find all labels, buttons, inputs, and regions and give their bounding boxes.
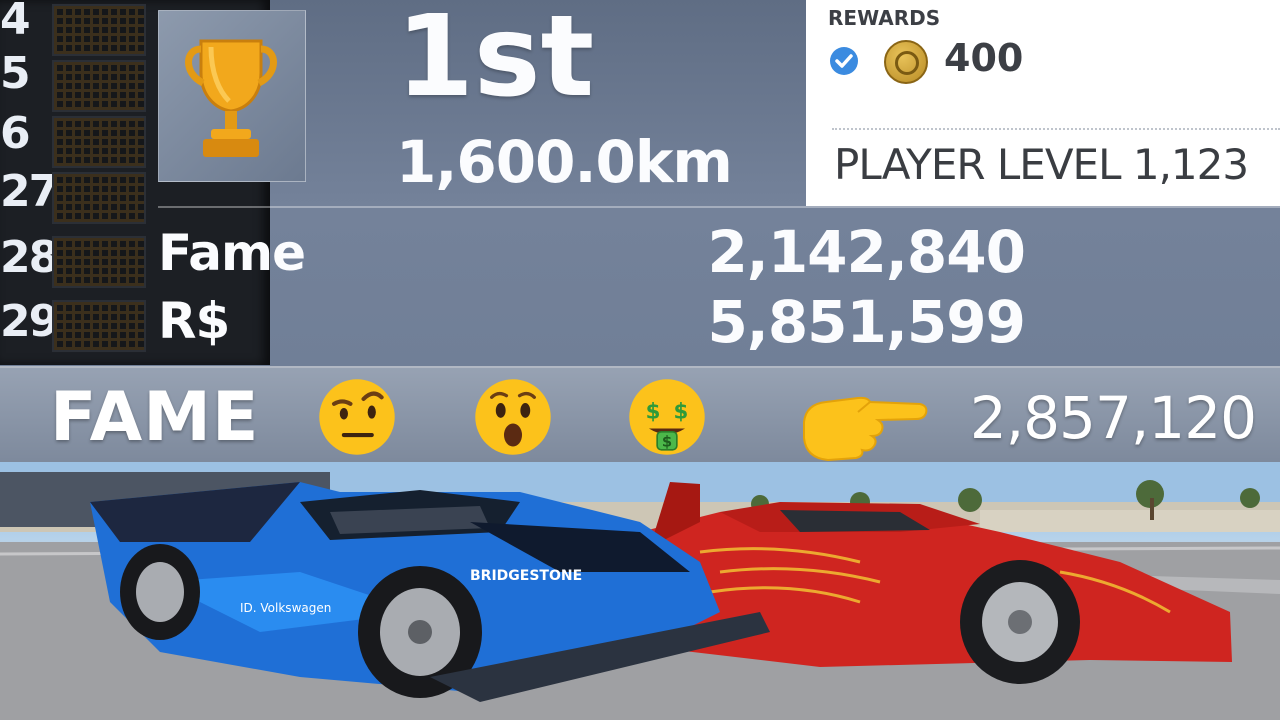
fame-banner-value: 2,857,120 [969, 384, 1257, 452]
race-position: 1st [396, 0, 595, 122]
gold-coin-icon [884, 40, 928, 84]
reward-amount: 400 [944, 36, 1024, 80]
lap-board-number: 28 [0, 232, 59, 283]
results-divider [158, 206, 1280, 208]
fame-banner-label: FAME [50, 378, 260, 457]
svg-text:$: $ [646, 400, 661, 425]
lap-board-grid [52, 236, 146, 288]
lap-board-number: 27 [0, 166, 59, 217]
svg-text:BRIDGESTONE: BRIDGESTONE [470, 568, 582, 584]
money-mouth-face-icon: $ $ $ [629, 379, 705, 455]
raised-eyebrow-face-icon [319, 379, 395, 455]
rs-label: R$ [158, 292, 230, 350]
rs-value: 5,851,599 [707, 288, 1026, 356]
lap-board-number: 4 [0, 0, 31, 45]
svg-text:ID. Volkswagen: ID. Volkswagen [240, 601, 331, 615]
race-scene-image: BRIDGESTONE ID. Volkswagen [0, 462, 1280, 720]
pointing-right-hand-icon [803, 396, 928, 462]
lap-board-grid [52, 116, 146, 168]
trophy-icon [185, 39, 277, 157]
lap-board-number: 6 [0, 108, 31, 159]
astonished-face-icon [475, 379, 551, 455]
svg-text:$: $ [674, 400, 689, 425]
fame-label: Fame [158, 224, 306, 282]
lap-board-grid [52, 4, 146, 56]
svg-text:$: $ [662, 434, 672, 451]
rewards-title: REWARDS [828, 6, 941, 30]
lap-board-grid [52, 60, 146, 112]
fame-banner: FAME $ $ $ 2,857,120 [0, 366, 1280, 464]
lap-board-number: 29 [0, 296, 59, 347]
rewards-separator [832, 128, 1280, 131]
check-icon [830, 47, 858, 75]
lap-board-grid [52, 172, 146, 224]
rewards-card: REWARDS 400 PLAYER LEVEL 1,123 [806, 0, 1280, 206]
race-distance: 1,600.0km [396, 128, 733, 196]
player-level: PLAYER LEVEL 1,123 [834, 140, 1249, 189]
fame-value: 2,142,840 [707, 218, 1026, 286]
trophy-badge [158, 10, 306, 182]
lap-board-grid [52, 300, 146, 352]
lap-board-number: 5 [0, 48, 31, 99]
cars-illustration: BRIDGESTONE ID. Volkswagen [0, 462, 1280, 720]
